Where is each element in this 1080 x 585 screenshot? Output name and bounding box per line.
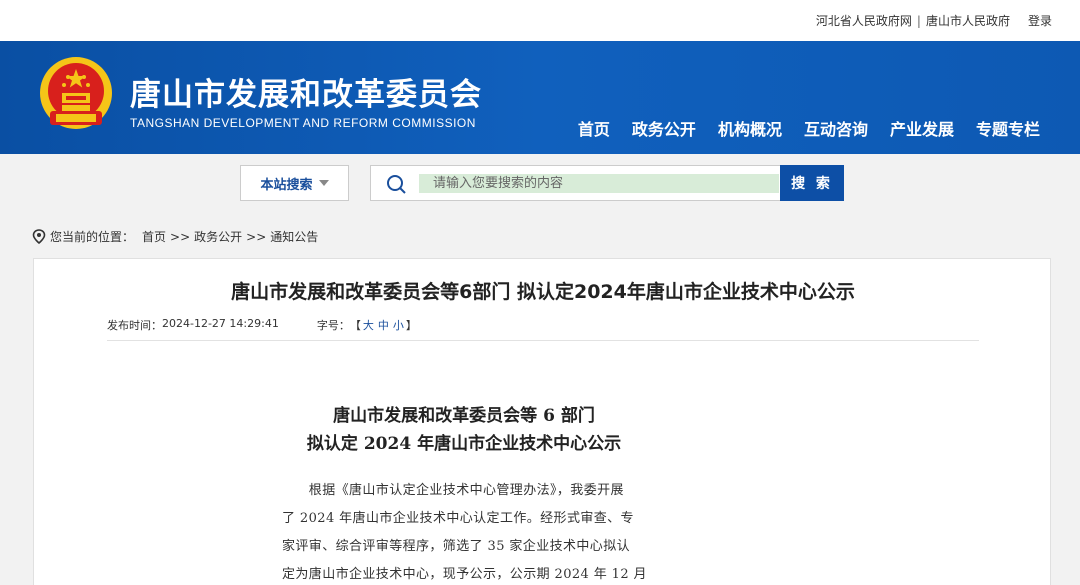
nav-government-affairs[interactable]: 政务公开 [632, 116, 696, 140]
site-title: 唐山市发展和改革委员会 [130, 77, 482, 113]
search-bar: 本站搜索 搜 索 [0, 154, 1080, 212]
divider [107, 340, 979, 341]
search-input[interactable] [419, 174, 779, 193]
breadcrumb-government-affairs[interactable]: 政务公开 [194, 228, 242, 245]
site-header: 唐山市发展和改革委员会 TANGSHAN DEVELOPMENT AND REF… [0, 41, 1080, 154]
login-link[interactable]: 登录 [1028, 12, 1052, 29]
nav-organization[interactable]: 机构概况 [718, 116, 782, 140]
body-line: 了 2024 年唐山市企业技术中心认定工作。经形式审查、专 [282, 511, 634, 526]
search-button[interactable]: 搜 索 [780, 165, 844, 201]
nav-special-topics[interactable]: 专题专栏 [976, 116, 1040, 140]
font-size-label: 字号： [316, 319, 350, 332]
link-tangshan-gov[interactable]: 唐山市人民政府 [926, 12, 1010, 29]
document-title-line-2: 拟认定 2024 年唐山市企业技术中心公示 [306, 434, 622, 454]
location-pin-icon [32, 228, 46, 244]
font-size-bracket-open: 【 [349, 319, 361, 332]
nav-industry[interactable]: 产业发展 [890, 116, 954, 140]
breadcrumb-home[interactable]: 首页 [142, 228, 166, 245]
breadcrumb: 您当前的位置： 首页 >> 政务公开 >> 通知公告 [32, 228, 318, 245]
main-nav: 首页 政务公开 机构概况 互动咨询 产业发展 专题专栏 [556, 116, 1040, 140]
document-title-line-1: 唐山市发展和改革委员会等 6 部门 [333, 406, 595, 426]
search-scope-dropdown[interactable]: 本站搜索 [240, 165, 349, 201]
article-card: 唐山市发展和改革委员会等6部门 拟认定2024年唐山市企业技术中心公示 发布时间… [33, 258, 1051, 585]
link-hebei-gov[interactable]: 河北省人民政府网 [816, 12, 912, 29]
breadcrumb-prefix: 您当前的位置： [50, 230, 135, 244]
body-line: 定为唐山市企业技术中心，现予公示，公示期 2024 年 12 月 [282, 567, 647, 582]
search-icon [387, 175, 406, 194]
site-subtitle: TANGSHAN DEVELOPMENT AND REFORM COMMISSI… [130, 116, 476, 130]
breadcrumb-notices[interactable]: 通知公告 [270, 228, 318, 245]
top-links: 河北省人民政府网 | 唐山市人民政府 登录 [816, 12, 1052, 29]
published-label: 发布时间： [107, 319, 162, 332]
font-size-medium[interactable]: 中 [378, 317, 389, 333]
article-title: 唐山市发展和改革委员会等6部门 拟认定2024年唐山市企业技术中心公示 [231, 281, 855, 303]
body-line: 家评审、综合评审等程序，筛选了 35 家企业技术中心拟认 [282, 539, 631, 554]
top-bar: 河北省人民政府网 | 唐山市人民政府 登录 [0, 0, 1080, 41]
national-emblem-icon [40, 57, 112, 129]
article-meta: 发布时间： 2024-12-27 14:29:41 字号： 【 大 中 小 】 [107, 317, 417, 333]
nav-home[interactable]: 首页 [578, 116, 610, 140]
font-size-large[interactable]: 大 [363, 317, 374, 333]
font-size-bracket-close: 】 [405, 319, 417, 332]
published-date: 2024-12-27 14:29:41 [162, 317, 279, 330]
link-separator: | [916, 13, 921, 28]
search-box [370, 165, 780, 201]
body-line: 根据《唐山市认定企业技术中心管理办法》，我委开展 [282, 483, 624, 498]
search-scope-label: 本站搜索 [260, 177, 313, 193]
font-size-small[interactable]: 小 [393, 317, 404, 333]
chevron-down-icon [318, 180, 329, 186]
breadcrumb-arrow: >> [246, 229, 267, 244]
nav-interaction[interactable]: 互动咨询 [804, 116, 868, 140]
breadcrumb-arrow: >> [170, 229, 191, 244]
